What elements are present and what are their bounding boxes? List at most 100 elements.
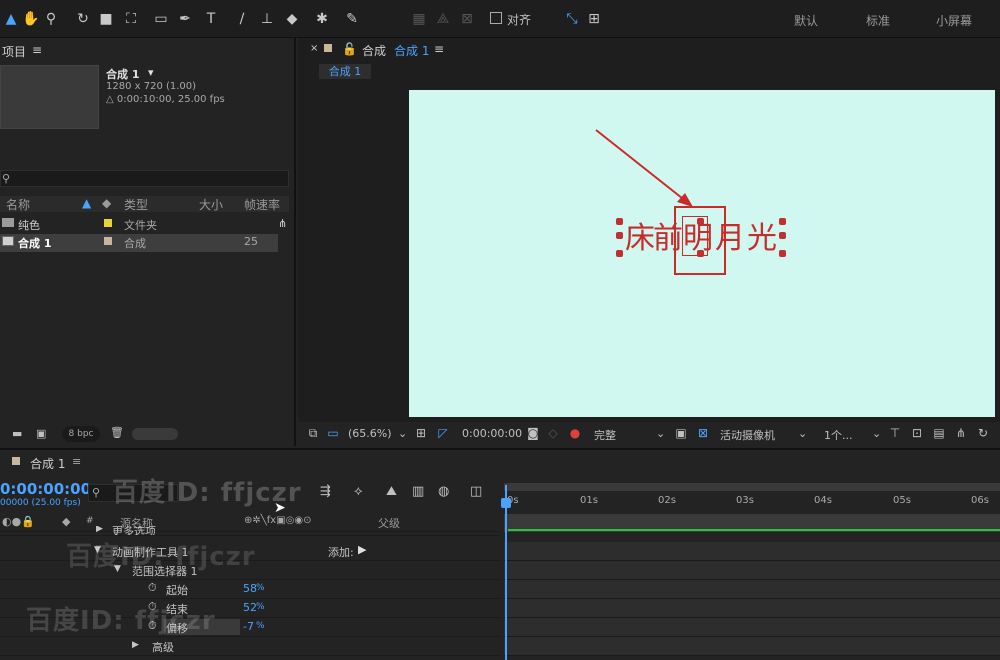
- col-size[interactable]: 大小: [199, 196, 223, 213]
- range-selector-box[interactable]: [682, 216, 708, 256]
- col-fps[interactable]: 帧速率: [244, 196, 280, 213]
- monitor-icon[interactable]: ▭: [326, 426, 340, 440]
- color-channel-icon[interactable]: ●: [568, 426, 582, 440]
- workspace-small-screen[interactable]: 小屏幕: [936, 12, 972, 29]
- close-icon[interactable]: ×: [310, 43, 318, 54]
- clone-stamp-tool-icon[interactable]: ⊥: [258, 10, 276, 28]
- chevron-down-icon[interactable]: ⌄: [872, 427, 881, 440]
- zoom-level-select[interactable]: (65.6%): [348, 427, 392, 440]
- align-left-icon[interactable]: ▦: [410, 10, 428, 28]
- layer-property-row[interactable]: ▶ 更多选项: [0, 526, 500, 536]
- timeline-icon[interactable]: ▤: [932, 426, 946, 440]
- chevron-down-icon[interactable]: ⌄: [398, 427, 407, 440]
- property-value[interactable]: 58: [243, 582, 257, 595]
- mask-icon[interactable]: ◸: [436, 426, 450, 440]
- camera-select[interactable]: 活动摄像机: [720, 427, 775, 443]
- brush-tool-icon[interactable]: ∕: [233, 10, 251, 28]
- panel-menu-icon[interactable]: ≡: [72, 455, 81, 468]
- thumbnail-slider[interactable]: [132, 428, 178, 440]
- region-of-interest-icon[interactable]: ▣: [674, 426, 688, 440]
- list-item[interactable]: 纯色 文件夹 ⋔: [0, 216, 289, 234]
- draft-3d-icon[interactable]: ⟡: [354, 484, 363, 499]
- new-folder-icon[interactable]: ▬: [12, 427, 22, 440]
- add-menu-icon[interactable]: ▶: [358, 543, 366, 556]
- show-snapshot-icon[interactable]: ◇: [546, 426, 560, 440]
- bounding-box-handle[interactable]: [779, 218, 786, 225]
- list-item[interactable]: 合成 1 合成 25: [0, 234, 278, 252]
- reset-exposure-icon[interactable]: ↻: [976, 426, 990, 440]
- align-right-icon[interactable]: ⊠: [458, 10, 476, 28]
- track-row[interactable]: [504, 637, 1000, 656]
- flowchart-icon[interactable]: ⋔: [278, 217, 287, 230]
- align-center-icon[interactable]: ⟁: [434, 10, 452, 28]
- panel-menu-icon[interactable]: ≡: [434, 42, 444, 56]
- timeline-timecode[interactable]: 0:00:00:00: [0, 480, 91, 498]
- trash-icon[interactable]: 🗑: [110, 426, 124, 439]
- grid-icon[interactable]: ⊞: [414, 426, 428, 440]
- property-value[interactable]: -7: [243, 620, 254, 633]
- playhead[interactable]: [505, 485, 507, 660]
- workspace-default[interactable]: 默认: [794, 12, 818, 29]
- composition-canvas[interactable]: 床 前 明 月 光: [409, 90, 995, 417]
- snap-grid-icon[interactable]: ⊞: [585, 10, 603, 28]
- pen-tool-icon[interactable]: ✒: [176, 10, 194, 28]
- snap-feather-icon[interactable]: ⤡: [563, 10, 581, 28]
- bounding-box-handle[interactable]: [616, 250, 623, 257]
- track-row[interactable]: [504, 561, 1000, 580]
- label-color-swatch[interactable]: [104, 219, 112, 227]
- work-area-bar[interactable]: [504, 483, 1000, 491]
- shy-layers-icon[interactable]: ⛰: [386, 484, 397, 499]
- rectangle-tool-icon[interactable]: ▭: [152, 10, 170, 28]
- track-row[interactable]: [504, 618, 1000, 637]
- flowchart-icon[interactable]: ⋔: [954, 426, 968, 440]
- stopwatch-icon[interactable]: ⏱: [148, 581, 157, 595]
- new-comp-icon[interactable]: ▣: [36, 427, 46, 440]
- sort-ascending-icon[interactable]: ▲: [82, 196, 91, 210]
- bounding-box-handle[interactable]: [616, 232, 623, 239]
- expand-icon[interactable]: ▶: [96, 526, 103, 534]
- project-search-input[interactable]: ⚲: [0, 170, 289, 187]
- layer-property-row[interactable]: ▶ 高级: [0, 637, 500, 656]
- current-time-display[interactable]: 0:00:00:00: [462, 427, 522, 440]
- bounding-box-handle[interactable]: [697, 218, 704, 225]
- timeline-tab[interactable]: 合成 1: [30, 455, 65, 472]
- chevron-down-icon[interactable]: ⌄: [798, 427, 807, 440]
- col-type[interactable]: 类型: [124, 196, 148, 213]
- chevron-down-icon[interactable]: ▾: [148, 66, 154, 79]
- track-row[interactable]: [504, 599, 1000, 618]
- rotate-tool-icon[interactable]: ↻: [74, 10, 92, 28]
- chevron-down-icon[interactable]: ⌄: [656, 427, 665, 440]
- bounding-box-handle[interactable]: [779, 232, 786, 239]
- label-color-swatch[interactable]: [104, 237, 112, 245]
- toggle-pixel-aspect-icon[interactable]: ⊤: [888, 426, 902, 440]
- bounding-box-handle[interactable]: [779, 250, 786, 257]
- layer-property-row[interactable]: ⏱ 起始 58 %: [0, 580, 500, 599]
- always-preview-icon[interactable]: ⧉: [306, 426, 320, 440]
- hand-tool-icon[interactable]: ✋: [22, 10, 40, 28]
- frame-blending-icon[interactable]: ▥: [412, 484, 424, 499]
- fast-previews-icon[interactable]: ⊡: [910, 426, 924, 440]
- project-panel-title[interactable]: 项目: [2, 43, 26, 60]
- roto-brush-tool-icon[interactable]: ✱: [313, 10, 331, 28]
- selection-tool-icon[interactable]: ▲: [2, 10, 20, 28]
- col-name[interactable]: 名称: [6, 196, 30, 213]
- comp-tab-name[interactable]: 合成 1: [394, 42, 429, 59]
- workspace-standard[interactable]: 标准: [866, 12, 890, 29]
- pan-behind-tool-icon[interactable]: ⛶: [122, 10, 140, 28]
- track-row[interactable]: [504, 580, 1000, 599]
- property-value[interactable]: 52: [243, 601, 257, 614]
- snapshot-icon[interactable]: ◙: [526, 426, 540, 440]
- bit-depth-button[interactable]: 8 bpc: [62, 426, 100, 442]
- track-row[interactable]: [504, 542, 1000, 561]
- lock-icon[interactable]: 🔓: [342, 42, 357, 56]
- comp-breadcrumb[interactable]: 合成 1: [319, 64, 371, 79]
- snap-checkbox[interactable]: [490, 12, 502, 24]
- playhead-handle[interactable]: [501, 498, 511, 508]
- bounding-box-handle[interactable]: [616, 218, 623, 225]
- comp-flowchart-icon[interactable]: ⇶: [320, 484, 331, 499]
- camera-tool-icon[interactable]: ■: [97, 10, 115, 28]
- graph-editor-icon[interactable]: ◫: [470, 484, 482, 499]
- bounding-box-handle[interactable]: [697, 250, 704, 257]
- text-tool-icon[interactable]: T: [202, 10, 220, 28]
- puppet-tool-icon[interactable]: ✎: [343, 10, 361, 28]
